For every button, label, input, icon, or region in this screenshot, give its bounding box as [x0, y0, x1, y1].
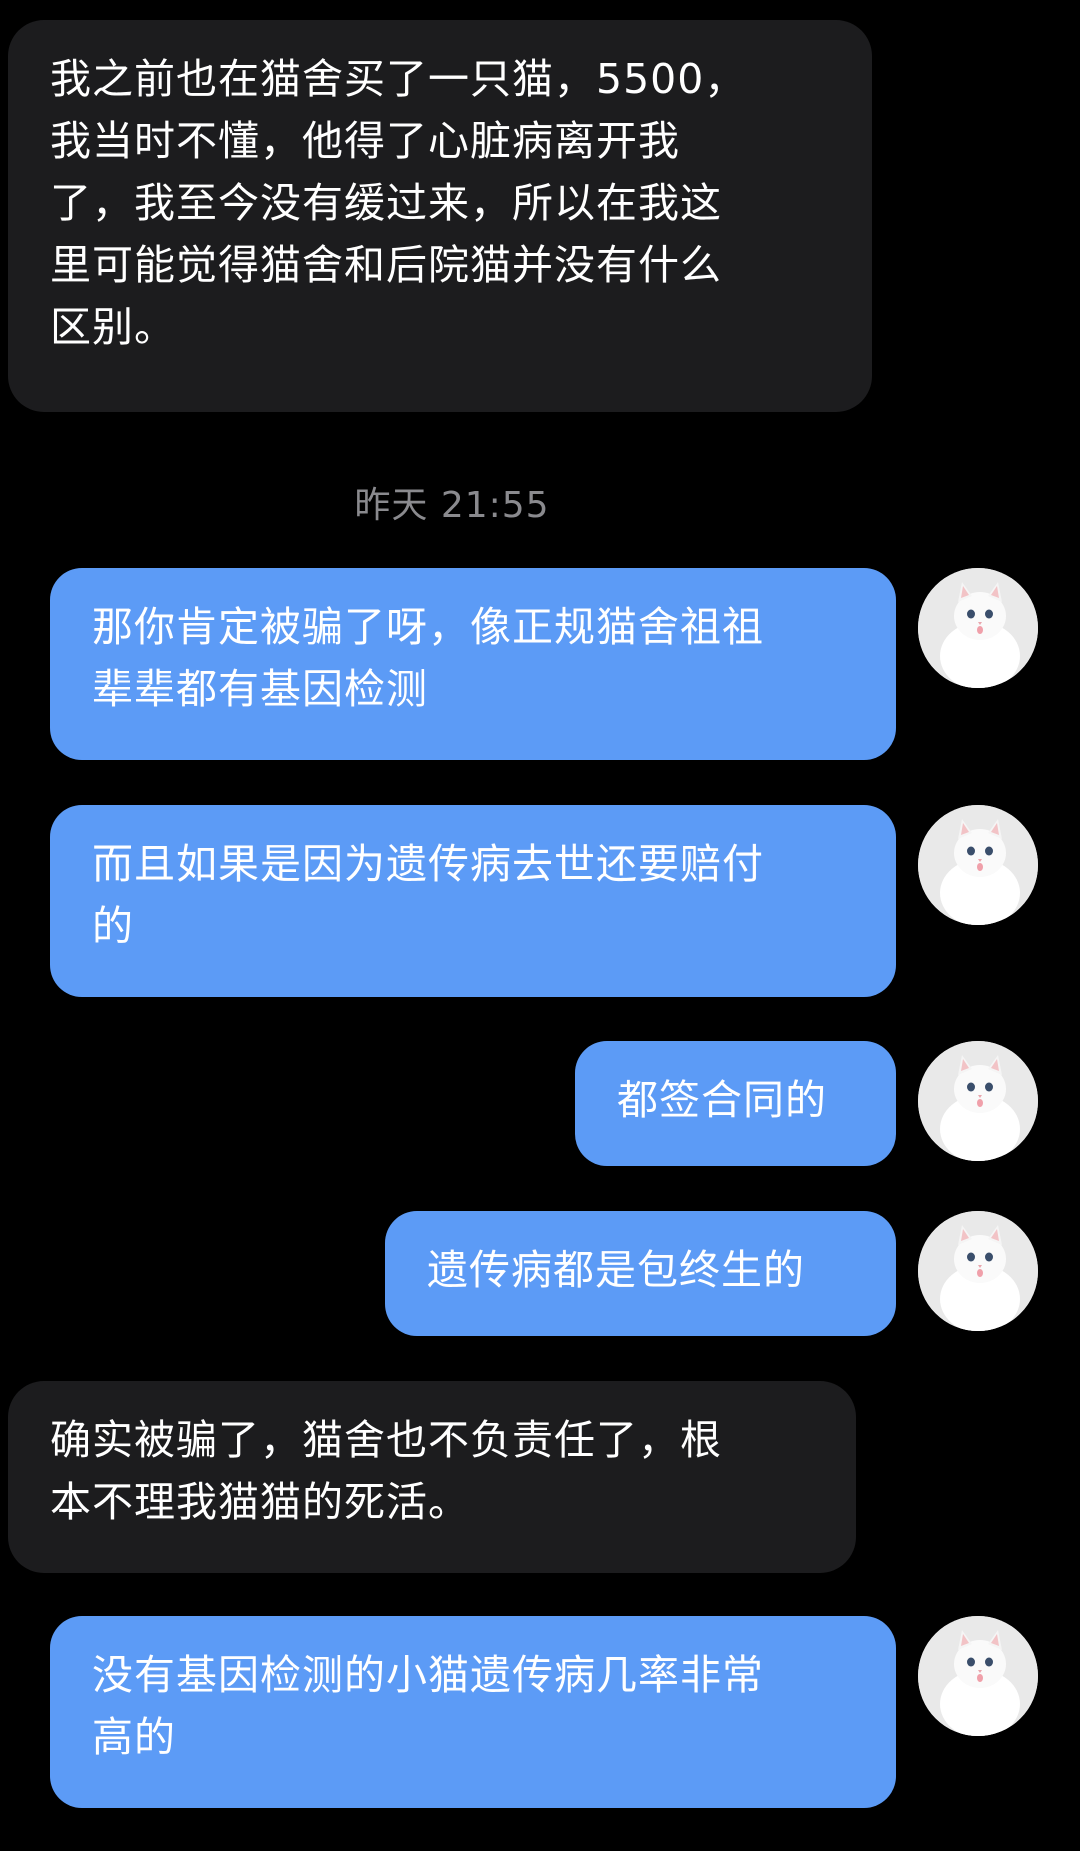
message-bubble-received[interactable]: 我之前也在猫舍买了一只猫，5500， 我当时不懂，他得了心脏病离开我 了，我至今…	[8, 20, 872, 412]
user-avatar[interactable]	[918, 1041, 1038, 1161]
message-bubble-sent[interactable]: 而且如果是因为遗传病去世还要赔付 的	[50, 805, 896, 997]
user-avatar[interactable]	[918, 805, 1038, 925]
white-cat-avatar-icon	[918, 1041, 1038, 1161]
message-bubble-received[interactable]: 确实被骗了，猫舍也不负责任了，根 本不理我猫猫的死活。	[8, 1381, 856, 1573]
message-bubble-sent[interactable]: 遗传病都是包终生的	[385, 1211, 896, 1336]
message-timestamp: 昨天 21:55	[354, 485, 550, 526]
white-cat-avatar-icon	[918, 1211, 1038, 1331]
user-avatar[interactable]	[918, 1616, 1038, 1736]
user-avatar[interactable]	[918, 568, 1038, 688]
message-bubble-sent[interactable]: 都签合同的	[575, 1041, 896, 1166]
message-bubble-sent[interactable]: 没有基因检测的小猫遗传病几率非常 高的	[50, 1616, 896, 1808]
white-cat-avatar-icon	[918, 1616, 1038, 1736]
user-avatar[interactable]	[918, 1211, 1038, 1331]
white-cat-avatar-icon	[918, 568, 1038, 688]
message-bubble-sent[interactable]: 那你肯定被骗了呀，像正规猫舍祖祖 辈辈都有基因检测	[50, 568, 896, 760]
white-cat-avatar-icon	[918, 805, 1038, 925]
